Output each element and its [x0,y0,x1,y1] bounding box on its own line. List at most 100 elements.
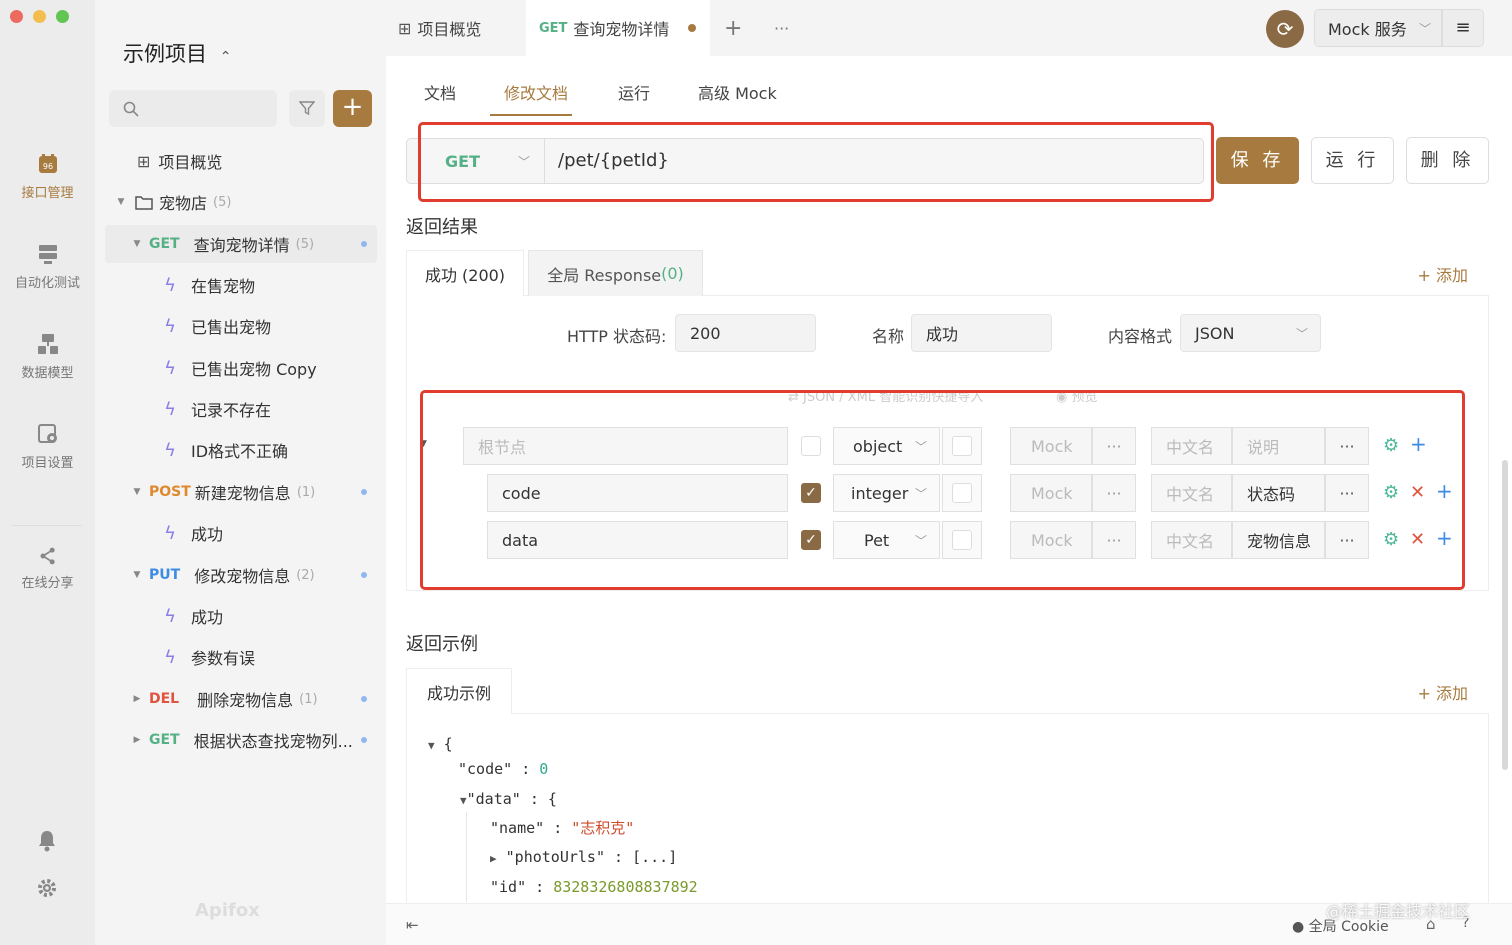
caret-down-icon[interactable]: ▼ [428,739,435,752]
rail-item-test[interactable]: 自动化测试 [0,242,95,291]
tree-case[interactable]: ϟ 成功 [105,514,377,552]
new-tab-button[interactable]: + [724,0,742,56]
menu-button[interactable]: ≡ [1442,9,1484,47]
tree-api-get-pet[interactable]: ▼ GET 查询宠物详情 (5) [105,225,377,263]
run-button[interactable]: 运 行 [1311,137,1394,184]
tree-case[interactable]: ϟ 参数有误 [105,638,377,676]
tree-case[interactable]: ϟ 已售出宠物 [105,307,377,345]
json-value: "志积克" [571,819,635,837]
tree-folder[interactable]: ▼ 宠物店 (5) [105,183,377,221]
method-badge: GET [149,732,180,748]
tree-label: 宠物店 [159,194,208,213]
tree-label: 在售宠物 [191,277,256,296]
subtab-doc[interactable]: 文档 [424,80,456,104]
caret-down-icon[interactable]: ▼ [460,794,467,807]
response-tab-global[interactable]: 全局 Response (0) [528,250,703,296]
delete-button[interactable]: 删 除 [1406,137,1489,184]
json-key: "photoUrls" [505,848,605,866]
watermark: @稀土掘金技术社区 [1326,902,1471,921]
tree-case[interactable]: ϟ ID格式不正确 [105,431,377,469]
subtab-run[interactable]: 运行 [618,80,650,104]
unsaved-dot [688,24,696,32]
bell-icon[interactable] [37,830,57,852]
grid-icon: ⊞ [137,151,151,171]
add-example-button[interactable]: + 添加 [1418,680,1469,704]
tree-api-post[interactable]: ▼ POST 新建宠物信息 (1) [105,473,377,511]
api-tree-sidebar: 示例项目 ⌃ + ⊞ 项目概览 ▼ 宠物店 (5) ▼ GET 查询宠物详情 (… [95,0,386,945]
settings-icon [37,424,57,443]
bolt-icon: ϟ [164,398,176,420]
method-badge: POST [149,484,191,500]
name-label: 名称 [872,327,905,346]
rail-item-api[interactable]: 96 接口管理 [0,152,95,201]
tree-case[interactable]: ϟ 在售宠物 [105,266,377,304]
mock-service-label: Mock 服务 [1328,20,1407,39]
bolt-icon: ϟ [164,439,176,461]
active-tab-underline [490,114,572,116]
chevron-down-icon: ﹀ [1295,327,1308,341]
tree-case[interactable]: ϟ 成功 [105,597,377,635]
brand-logo: Apifox [195,900,260,921]
tree-label: 修改宠物信息 [194,567,291,586]
tab-label: 项目概览 [417,20,482,39]
bolt-icon: ϟ [164,315,176,337]
format-select[interactable]: JSON ﹀ [1180,314,1321,352]
subtab-advanced-mock[interactable]: 高级 Mock [698,80,777,104]
method-badge: GET [149,236,180,252]
tab-api-detail[interactable]: GET 查询宠物详情 [526,0,710,56]
tree-count: (1) [299,691,318,707]
tree-label: 查询宠物详情 [193,236,290,255]
rail-item-share[interactable]: 在线分享 [0,546,95,591]
filter-button[interactable] [289,90,325,127]
name-input[interactable]: 成功 [911,314,1052,352]
save-button[interactable]: 保 存 [1216,137,1299,184]
scrollbar[interactable] [1502,460,1508,770]
tree-case[interactable]: ϟ 已售出宠物 Copy [105,349,377,387]
model-icon [37,334,58,354]
subtab-edit-doc[interactable]: 修改文档 [504,80,568,104]
close-window-button[interactable] [10,10,23,23]
rail-item-settings[interactable]: 项目设置 [0,422,95,471]
tree-label: 根据状态查找宠物列... [193,732,353,751]
minimize-window-button[interactable] [33,10,46,23]
tree-api-put[interactable]: ▼ PUT 修改宠物信息 (2) [105,556,377,594]
json-key: "data" [466,790,521,808]
api-icon: 96 [38,154,57,173]
tree-api-del[interactable]: ▶ DEL 删除宠物信息 (1) [105,680,377,718]
search-input[interactable] [109,90,277,127]
caret-right-icon[interactable]: ▶ [490,852,497,865]
tree-count: (5) [213,194,232,210]
response-tab-success[interactable]: 成功 (200) [406,250,524,296]
caret-down-icon: ▼ [133,570,141,580]
tree-label: 删除宠物信息 [197,691,294,710]
status-dot [361,696,367,702]
json-brace: { [443,735,453,753]
json-guide [466,812,467,902]
add-response-button[interactable]: + 添加 [1418,262,1469,286]
add-button[interactable]: + [333,90,372,127]
rail-item-model[interactable]: 数据模型 [0,332,95,381]
rail-label: 数据模型 [21,366,74,381]
example-tab-success[interactable]: 成功示例 [406,668,512,714]
caret-down-icon: ▼ [133,239,141,249]
toggle-sidebar-icon[interactable]: ⇤ [406,916,419,934]
json-value: [...] [632,848,678,866]
zoom-window-button[interactable] [56,10,69,23]
bolt-icon: ϟ [164,522,176,544]
status-code-label: HTTP 状态码: [567,327,667,346]
tab-project-overview[interactable]: ⊞ 项目概览 [386,0,526,56]
status-code-input[interactable]: 200 [675,314,816,352]
tree-api-get-list[interactable]: ▶ GET 根据状态查找宠物列... [105,721,377,759]
sync-button[interactable]: ⟳ [1266,10,1304,48]
gear-icon[interactable] [37,878,57,898]
tree-case[interactable]: ϟ 记录不存在 [105,390,377,428]
tree-count: (2) [296,567,315,583]
tree-item-overview[interactable]: ⊞ 项目概览 [105,142,377,180]
main-content: 文档 修改文档 运行 高级 Mock GET ﹀ /pet/{petId} 保 … [386,56,1512,903]
cookie-icon: ● [1292,919,1309,935]
tab-count: (0) [661,264,684,283]
project-switcher[interactable]: 示例项目 ⌃ [123,38,231,68]
more-tabs-button[interactable]: ··· [774,0,789,56]
mock-service-select[interactable]: Mock 服务 ﹀ [1314,9,1442,47]
updown-chevron-icon: ⌃ [219,49,232,65]
